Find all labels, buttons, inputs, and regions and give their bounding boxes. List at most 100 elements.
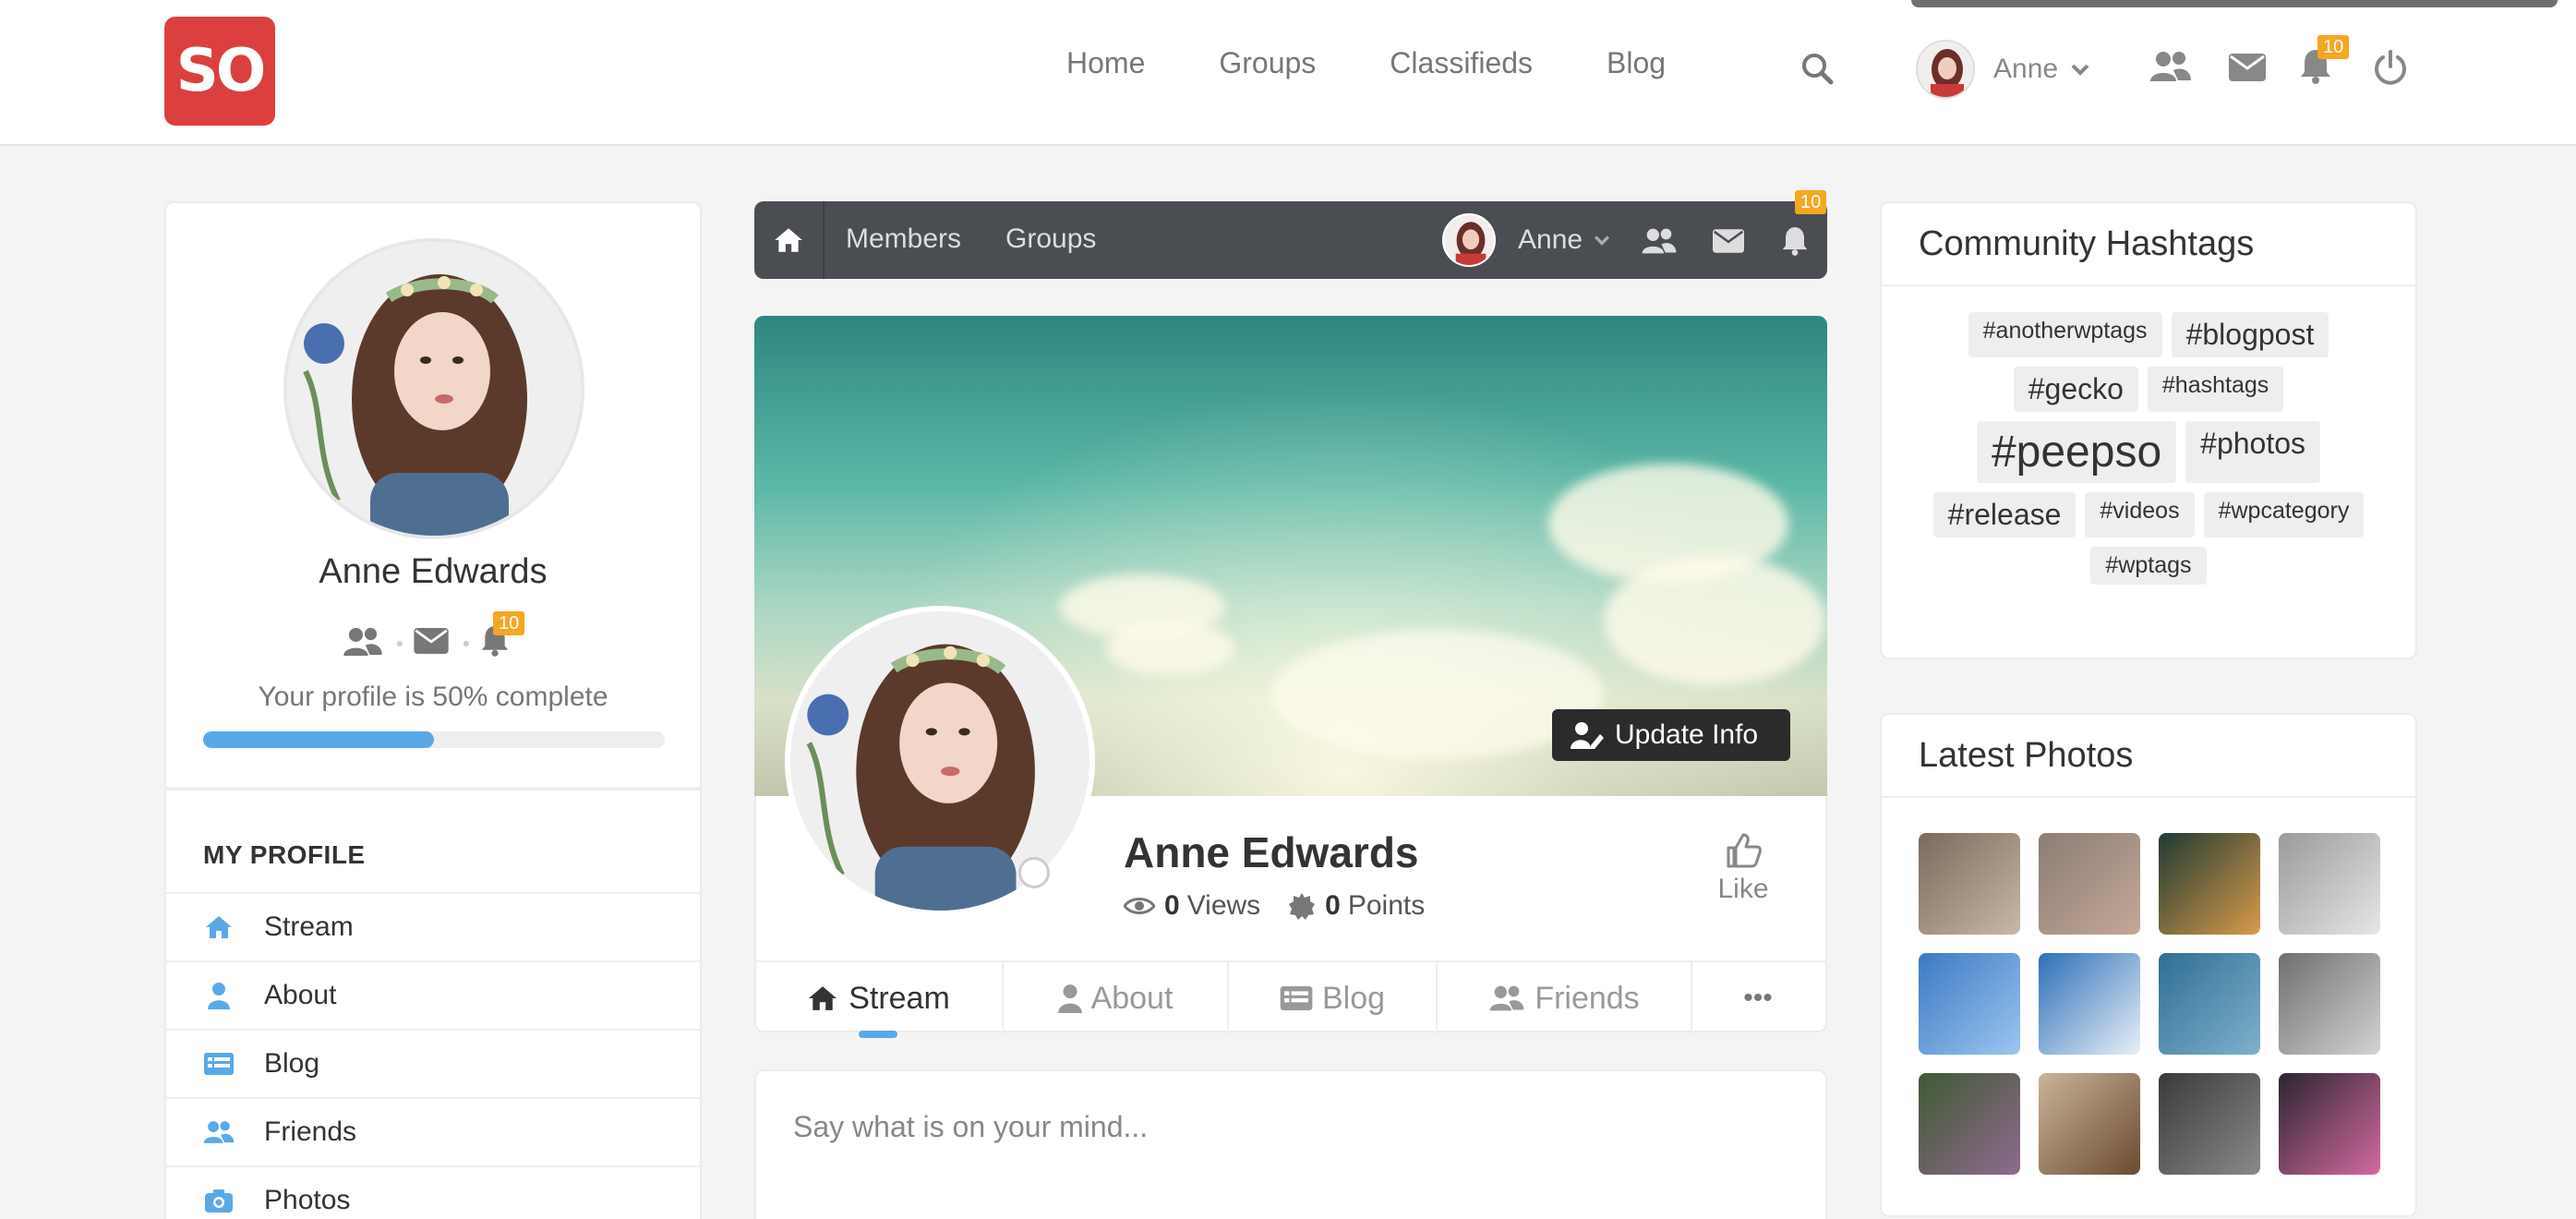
list-icon (203, 1048, 235, 1080)
hashtag-link[interactable]: #release (1932, 492, 2076, 537)
photo-thumbnail[interactable] (2039, 953, 2140, 1055)
nav-classifieds[interactable]: Classifieds (1390, 46, 1533, 80)
photo-thumbnail[interactable] (2279, 953, 2380, 1055)
notifications-badge: 10 (493, 611, 525, 635)
nav-groups[interactable]: Groups (1219, 46, 1316, 80)
user-icon (1057, 984, 1082, 1013)
nav-blog[interactable]: Blog (1607, 46, 1666, 80)
hashtag-link[interactable]: #blogpost (2171, 312, 2329, 357)
subnav-groups[interactable]: Groups (1005, 223, 1096, 255)
post-input-placeholder[interactable]: Say what is on your mind... (793, 1110, 1148, 1144)
community-hashtags-widget: Community Hashtags #anotherwptags #blogpo… (1880, 201, 2417, 659)
avatar (1916, 40, 1975, 99)
photo-thumbnail[interactable] (2279, 1073, 2380, 1175)
points-label: Points (1347, 890, 1426, 921)
thumbs-up-icon (1725, 831, 1762, 868)
more-icon: ••• (1743, 983, 1773, 1013)
mail-icon[interactable] (2229, 54, 2266, 81)
photo-thumbnail[interactable] (2159, 833, 2260, 935)
photo-thumbnail[interactable] (2159, 953, 2260, 1055)
sidebar-item-label: About (264, 980, 337, 1010)
header-edge-shadow (1911, 0, 2558, 7)
subnav-user-name: Anne (1518, 224, 1583, 255)
sidebar-item-friends[interactable]: Friends (166, 1097, 700, 1165)
photo-thumbnail[interactable] (2159, 1073, 2260, 1175)
power-icon[interactable] (2373, 50, 2408, 85)
tab-blog[interactable]: Blog (1229, 962, 1438, 1034)
points-count: 0 (1325, 890, 1341, 921)
photo-thumbnail[interactable] (1919, 833, 2020, 935)
profile-avatar[interactable] (283, 238, 584, 539)
sidebar-item-blog[interactable]: Blog (166, 1029, 700, 1097)
sidebar-item-photos[interactable]: Photos (166, 1165, 700, 1219)
like-label: Like (1717, 874, 1769, 904)
hashtag-link[interactable]: #peepso (1976, 421, 2177, 483)
profile-name: Anne Edwards (1124, 828, 1419, 876)
tab-label: Friends (1535, 980, 1640, 1016)
hashtag-link[interactable]: #videos (2085, 492, 2195, 537)
photo-thumbnail[interactable] (2039, 1073, 2140, 1175)
tab-label: Blog (1321, 980, 1386, 1016)
friends-icon[interactable] (1641, 227, 1678, 255)
photo-thumbnail[interactable] (2039, 833, 2140, 935)
tab-about[interactable]: About (1004, 962, 1229, 1034)
home-icon (806, 984, 839, 1012)
users-icon (1488, 984, 1525, 1012)
subnav-members[interactable]: Members (846, 223, 961, 255)
views-label: Views (1186, 890, 1261, 921)
update-info-button[interactable]: Update Info (1552, 709, 1790, 761)
photo-thumbnail[interactable] (1919, 953, 2020, 1055)
profile-subnav: Members Groups Anne 10 (754, 190, 1827, 279)
profile-stats: 0 Views 0 Points (1124, 890, 1425, 922)
friends-icon[interactable] (2149, 50, 2192, 83)
list-icon (1280, 986, 1313, 1010)
top-header: SO Home Groups Classifieds Blog Anne 10 (0, 0, 2576, 146)
hashtag-link[interactable]: #hashtags (2147, 367, 2284, 412)
tab-label: Stream (849, 980, 950, 1016)
search-icon[interactable] (1800, 52, 1834, 85)
hashtag-link[interactable]: #photos (2185, 421, 2321, 483)
home-icon (773, 226, 804, 254)
sidebar-item-stream[interactable]: Stream (166, 892, 700, 960)
sidebar-item-label: Photos (264, 1185, 351, 1215)
widget-title: Community Hashtags (1882, 203, 2415, 286)
mail-icon[interactable] (1713, 229, 1744, 253)
tab-friends[interactable]: Friends (1438, 962, 1692, 1034)
hashtag-link[interactable]: #wptags (2090, 547, 2207, 585)
widget-title: Latest Photos (1882, 715, 2415, 798)
friends-icon[interactable] (342, 626, 384, 658)
online-status-indicator (1018, 857, 1050, 888)
hashtag-link[interactable]: #anotherwptags (1968, 312, 2162, 357)
profile-tabs: Stream About Blog Friends ••• (754, 960, 1827, 1038)
user-icon (203, 980, 235, 1011)
cover-cloud (1105, 621, 1234, 676)
post-composer[interactable]: Say what is on your mind... (754, 1069, 1827, 1219)
header-user-menu[interactable]: Anne (1916, 40, 2089, 99)
mail-icon[interactable] (414, 628, 449, 654)
subnav-home-button[interactable] (754, 201, 825, 279)
chevron-down-icon (2071, 63, 2089, 76)
my-profile-heading: MY PROFILE (203, 840, 366, 869)
subnav-user-menu[interactable]: Anne (1442, 213, 1610, 267)
separator-dot (463, 641, 469, 646)
sidebar-item-label: Stream (264, 911, 354, 942)
sidebar-profile-name[interactable]: Anne Edwards (166, 552, 700, 592)
photo-grid (1882, 798, 2415, 1210)
nav-home[interactable]: Home (1066, 46, 1145, 80)
profile-sidebar-card: Anne Edwards 10 Your profile is 50% comp… (164, 201, 702, 1219)
hashtag-link[interactable]: #wpcategory (2203, 492, 2365, 537)
photo-thumbnail[interactable] (1919, 1073, 2020, 1175)
more-tabs-button[interactable]: ••• (1692, 962, 1824, 1034)
sidebar-item-about[interactable]: About (166, 960, 700, 1029)
site-logo[interactable]: SO (164, 17, 275, 126)
notifications-badge: 10 (1795, 190, 1827, 214)
profile-menu: Stream About Blog Friends Photos (166, 892, 700, 1219)
hashtag-link[interactable]: #gecko (2013, 367, 2138, 412)
users-icon (203, 1116, 235, 1148)
sidebar-item-label: Friends (264, 1116, 357, 1147)
tab-stream[interactable]: Stream (754, 962, 1004, 1038)
photo-thumbnail[interactable] (2279, 833, 2380, 935)
like-button[interactable]: Like (1711, 831, 1776, 905)
bell-icon[interactable] (1781, 225, 1809, 257)
update-info-label: Update Info (1615, 719, 1759, 750)
